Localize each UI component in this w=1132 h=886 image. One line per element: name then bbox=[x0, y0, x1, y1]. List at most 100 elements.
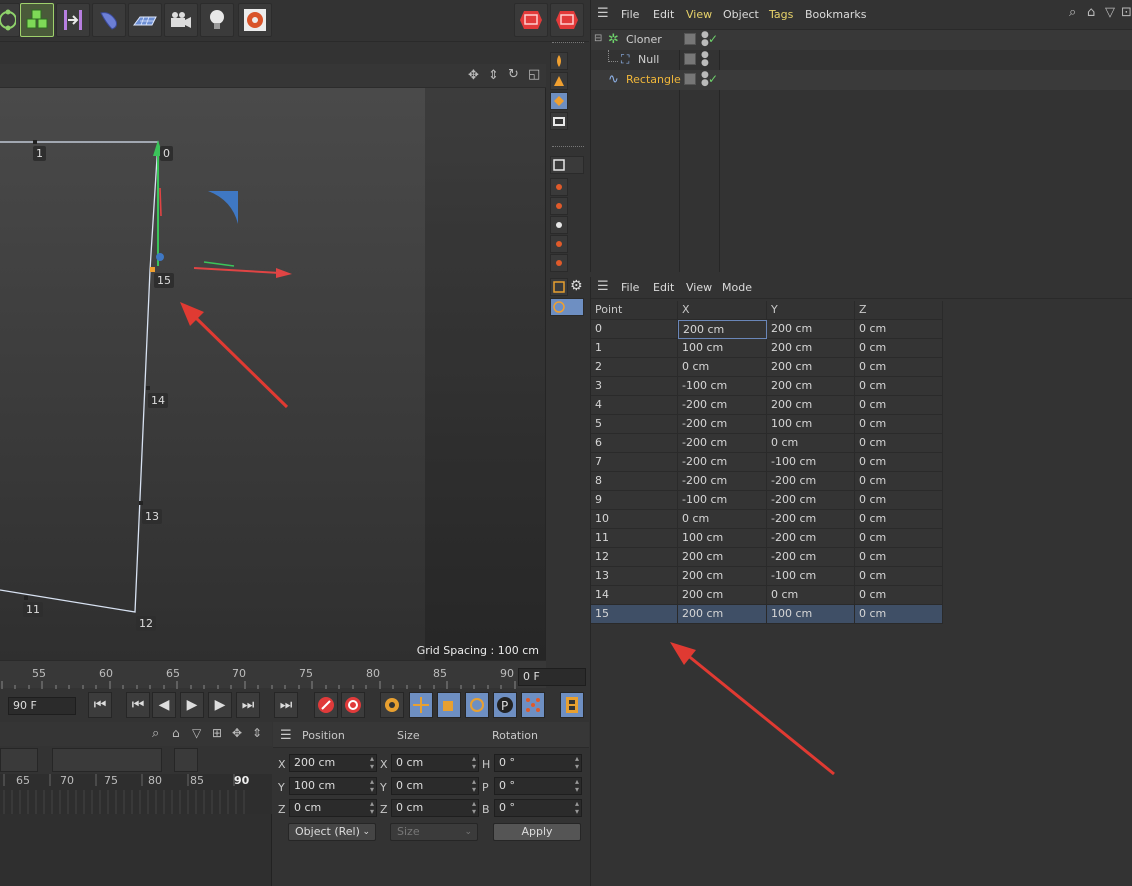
table-cell[interactable]: 100 cm bbox=[767, 605, 855, 624]
table-cell[interactable]: 0 cm bbox=[855, 453, 943, 472]
column-header-point[interactable]: Point bbox=[591, 301, 678, 320]
animation-mode-icon[interactable] bbox=[550, 112, 568, 130]
camera-object-button[interactable] bbox=[164, 3, 198, 37]
viewport-3d[interactable]: 1 0 15 14 13 11 12 Grid Spacing : 100 cm bbox=[0, 88, 546, 660]
solo-mode-icon[interactable] bbox=[550, 298, 584, 316]
table-cell[interactable]: 12 bbox=[591, 548, 678, 567]
table-cell[interactable]: -200 cm bbox=[678, 472, 767, 491]
search-icon[interactable]: ⌕ bbox=[152, 726, 159, 741]
table-cell[interactable]: -200 cm bbox=[678, 396, 767, 415]
table-cell[interactable]: 0 cm bbox=[678, 358, 767, 377]
record-rotation-button[interactable] bbox=[465, 692, 489, 718]
table-cell[interactable]: 6 bbox=[591, 434, 678, 453]
workplane-icon[interactable] bbox=[550, 156, 584, 174]
menu-icon[interactable]: ☰ bbox=[597, 6, 609, 21]
previous-key-button[interactable]: ⏮ bbox=[126, 692, 150, 718]
light-object-button[interactable] bbox=[200, 3, 234, 37]
polygons-mode-icon[interactable] bbox=[550, 216, 568, 234]
add-icon[interactable]: ⊞ bbox=[212, 726, 222, 740]
table-cell[interactable]: 0 cm bbox=[855, 472, 943, 491]
record-parameter-button[interactable]: P bbox=[493, 692, 517, 718]
table-cell[interactable]: 0 cm bbox=[678, 510, 767, 529]
gear-icon[interactable]: ⚙ bbox=[570, 278, 583, 294]
visibility-dots-icon[interactable]: ● ● bbox=[701, 51, 709, 68]
next-key-button[interactable]: ⏭ bbox=[236, 692, 260, 718]
menu-mode[interactable]: Mode bbox=[722, 281, 752, 294]
table-cell[interactable]: -200 cm bbox=[678, 453, 767, 472]
table-cell[interactable]: 200 cm bbox=[678, 320, 767, 339]
menu-bookmarks[interactable]: Bookmarks bbox=[805, 8, 866, 21]
size-x-field[interactable]: 0 cm ▴ ▾ bbox=[391, 754, 479, 772]
layer-icon[interactable] bbox=[684, 33, 696, 45]
go-to-end-button[interactable]: ⏭ bbox=[274, 692, 298, 718]
enabled-check-icon[interactable]: ✓ bbox=[708, 32, 718, 46]
table-cell[interactable]: 8 bbox=[591, 472, 678, 491]
table-cell[interactable]: -200 cm bbox=[767, 491, 855, 510]
key-tool-button[interactable] bbox=[0, 748, 38, 772]
table-cell[interactable]: -100 cm bbox=[767, 453, 855, 472]
table-cell[interactable]: 3 bbox=[591, 377, 678, 396]
rotation-b-field[interactable]: 0 ° ▴ ▾ bbox=[494, 799, 582, 817]
table-cell[interactable]: 9 bbox=[591, 491, 678, 510]
menu-object[interactable]: Object bbox=[723, 8, 759, 21]
column-header-z[interactable]: Z bbox=[855, 301, 943, 320]
apply-button[interactable]: Apply bbox=[493, 823, 581, 841]
mograph-icon-button[interactable] bbox=[0, 3, 20, 37]
column-header-y[interactable]: Y bbox=[767, 301, 855, 320]
table-cell[interactable]: 0 cm bbox=[855, 434, 943, 453]
timeline-window-button[interactable] bbox=[560, 692, 584, 718]
table-cell[interactable]: 13 bbox=[591, 567, 678, 586]
size-z-field[interactable]: 0 cm ▴ ▾ bbox=[391, 799, 479, 817]
toggle-view-icon[interactable]: ◱ bbox=[528, 67, 540, 82]
enabled-check-icon[interactable]: ✓ bbox=[708, 72, 718, 86]
table-cell[interactable]: 0 cm bbox=[855, 491, 943, 510]
record-scale-button[interactable] bbox=[437, 692, 461, 718]
table-cell[interactable]: 2 bbox=[591, 358, 678, 377]
generator-sweep-button[interactable] bbox=[92, 3, 126, 37]
table-cell[interactable]: 11 bbox=[591, 529, 678, 548]
table-cell[interactable]: -200 cm bbox=[767, 548, 855, 567]
current-frame-field[interactable]: 0 F bbox=[518, 668, 586, 686]
move-view-icon[interactable]: ✥ bbox=[468, 68, 479, 83]
table-cell[interactable]: 200 cm bbox=[767, 396, 855, 415]
object-row-cloner[interactable]: ⊟ ✲ Cloner ● ● ✓ bbox=[591, 30, 1132, 50]
table-cell[interactable]: 200 cm bbox=[678, 605, 767, 624]
table-cell[interactable]: 100 cm bbox=[767, 415, 855, 434]
table-cell[interactable]: -200 cm bbox=[678, 415, 767, 434]
cloner-tool-button[interactable] bbox=[20, 3, 54, 37]
object-row-null[interactable]: ⛶ Null ● ● bbox=[591, 50, 1132, 70]
size-y-field[interactable]: 0 cm ▴ ▾ bbox=[391, 777, 479, 795]
move-icon[interactable]: ✥ bbox=[232, 726, 242, 740]
table-cell[interactable]: 10 bbox=[591, 510, 678, 529]
column-header-x[interactable]: X bbox=[678, 301, 767, 320]
table-cell[interactable]: -200 cm bbox=[767, 472, 855, 491]
menu-icon[interactable]: ☰ bbox=[597, 279, 609, 294]
menu-view[interactable]: View bbox=[686, 281, 712, 294]
table-cell[interactable]: 0 cm bbox=[855, 320, 943, 339]
table-cell[interactable]: 7 bbox=[591, 453, 678, 472]
model-mode-icon[interactable] bbox=[550, 52, 568, 70]
render-tags-button[interactable] bbox=[238, 3, 272, 37]
table-cell[interactable]: 5 bbox=[591, 415, 678, 434]
go-to-start-button[interactable]: ⏮ bbox=[88, 692, 112, 718]
table-cell[interactable]: 0 cm bbox=[855, 396, 943, 415]
layer-icon[interactable] bbox=[684, 73, 696, 85]
record-key-button[interactable] bbox=[314, 692, 338, 718]
table-cell[interactable]: 200 cm bbox=[678, 548, 767, 567]
new-window-icon[interactable]: ⊡ bbox=[1121, 5, 1132, 20]
uv-mode-icon[interactable] bbox=[550, 235, 568, 253]
table-cell[interactable]: 1 bbox=[591, 339, 678, 358]
table-cell[interactable]: -100 cm bbox=[767, 567, 855, 586]
table-cell[interactable]: 200 cm bbox=[767, 358, 855, 377]
collapse-icon[interactable]: ⊟ bbox=[594, 33, 602, 44]
menu-edit[interactable]: Edit bbox=[653, 281, 674, 294]
table-cell[interactable]: 0 cm bbox=[855, 548, 943, 567]
table-cell[interactable]: 4 bbox=[591, 396, 678, 415]
menu-icon[interactable]: ☰ bbox=[280, 728, 292, 743]
home-icon[interactable]: ⌂ bbox=[172, 726, 180, 740]
rotation-h-field[interactable]: 0 ° ▴ ▾ bbox=[494, 754, 582, 772]
table-cell[interactable]: 0 cm bbox=[767, 586, 855, 605]
next-frame-button[interactable]: ▶ bbox=[208, 692, 232, 718]
key-interpolation-buttons[interactable] bbox=[52, 748, 162, 772]
tweak-mode-icon[interactable] bbox=[550, 278, 568, 296]
